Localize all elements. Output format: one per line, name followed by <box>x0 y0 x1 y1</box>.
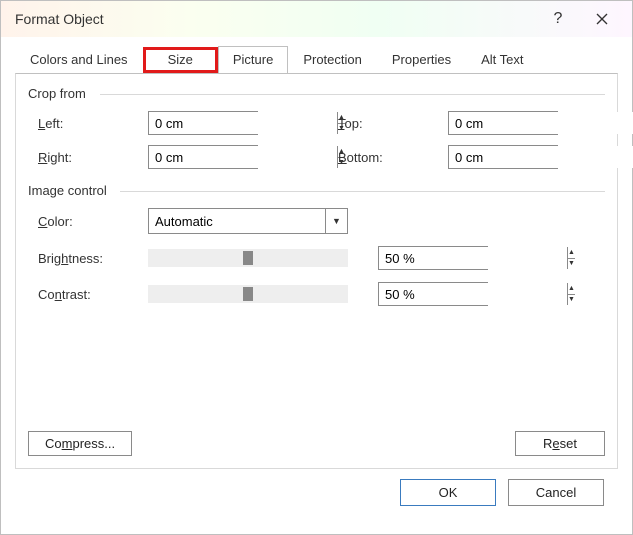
color-value: Automatic <box>155 214 213 229</box>
brightness-slider[interactable] <box>148 249 348 267</box>
crop-bottom-spinner[interactable]: ▲▼ <box>448 145 558 169</box>
dialog-footer: OK Cancel <box>15 469 618 520</box>
crop-right-input[interactable] <box>149 146 337 168</box>
pane-button-row: Compress... Reset <box>28 423 605 456</box>
left-label: Left: <box>38 116 148 131</box>
brightness-spin-buttons[interactable]: ▲▼ <box>567 247 575 269</box>
tab-strip: Colors and Lines Size Picture Protection… <box>15 45 618 73</box>
right-label: Right: <box>38 150 148 165</box>
help-button[interactable]: ? <box>536 4 580 34</box>
image-control-grid: Color: Automatic ▼ Brightness: ▲▼ Contra… <box>28 204 605 310</box>
cancel-button[interactable]: Cancel <box>508 479 604 506</box>
tab-properties[interactable]: Properties <box>377 46 466 74</box>
compress-button[interactable]: Compress... <box>28 431 132 456</box>
color-label: Color: <box>38 214 148 229</box>
chevron-down-icon: ▼ <box>325 209 347 233</box>
picture-tab-pane: Crop from Left: ▲▼ Top: ▲▼ Right: <box>15 73 618 469</box>
brightness-label: Brightness: <box>38 251 148 266</box>
image-control-group-label: Image control <box>28 179 605 204</box>
tab-protection[interactable]: Protection <box>288 46 377 74</box>
close-button[interactable] <box>580 4 624 34</box>
crop-top-spinner[interactable]: ▲▼ <box>448 111 558 135</box>
crop-from-text: Crop from <box>28 86 86 101</box>
spin-down-icon[interactable]: ▼ <box>568 259 575 270</box>
crop-from-group-label: Crop from <box>28 82 605 107</box>
window-title: Format Object <box>15 11 536 27</box>
crop-top-input[interactable] <box>449 112 633 134</box>
tab-alt-text[interactable]: Alt Text <box>466 46 538 74</box>
top-label: Top: <box>338 116 448 131</box>
tab-picture[interactable]: Picture <box>218 46 288 74</box>
image-control-text: Image control <box>28 183 107 198</box>
close-icon <box>596 13 608 25</box>
crop-right-spinner[interactable]: ▲▼ <box>148 145 258 169</box>
ok-button[interactable]: OK <box>400 479 496 506</box>
tab-size[interactable]: Size <box>143 47 218 73</box>
contrast-label: Contrast: <box>38 287 148 302</box>
spin-down-icon[interactable]: ▼ <box>568 295 575 306</box>
contrast-spinner[interactable]: ▲▼ <box>378 282 488 306</box>
contrast-input[interactable] <box>379 283 567 305</box>
titlebar: Format Object ? <box>1 1 632 37</box>
tab-colors-and-lines[interactable]: Colors and Lines <box>15 46 143 74</box>
contrast-spin-buttons[interactable]: ▲▼ <box>567 283 575 305</box>
slider-thumb[interactable] <box>243 251 253 265</box>
crop-left-spinner[interactable]: ▲▼ <box>148 111 258 135</box>
brightness-spinner[interactable]: ▲▼ <box>378 246 488 270</box>
crop-grid: Left: ▲▼ Top: ▲▼ Right: ▲▼ Bottom: <box>28 107 605 179</box>
color-select[interactable]: Automatic ▼ <box>148 208 348 234</box>
spin-up-icon[interactable]: ▲ <box>568 247 575 259</box>
contrast-slider[interactable] <box>148 285 348 303</box>
bottom-label: Bottom: <box>338 150 448 165</box>
spin-up-icon[interactable]: ▲ <box>568 283 575 295</box>
crop-left-input[interactable] <box>149 112 337 134</box>
crop-bottom-input[interactable] <box>449 146 633 168</box>
slider-thumb[interactable] <box>243 287 253 301</box>
reset-button[interactable]: Reset <box>515 431 605 456</box>
brightness-input[interactable] <box>379 247 567 269</box>
format-object-dialog: Format Object ? Colors and Lines Size Pi… <box>0 0 633 535</box>
